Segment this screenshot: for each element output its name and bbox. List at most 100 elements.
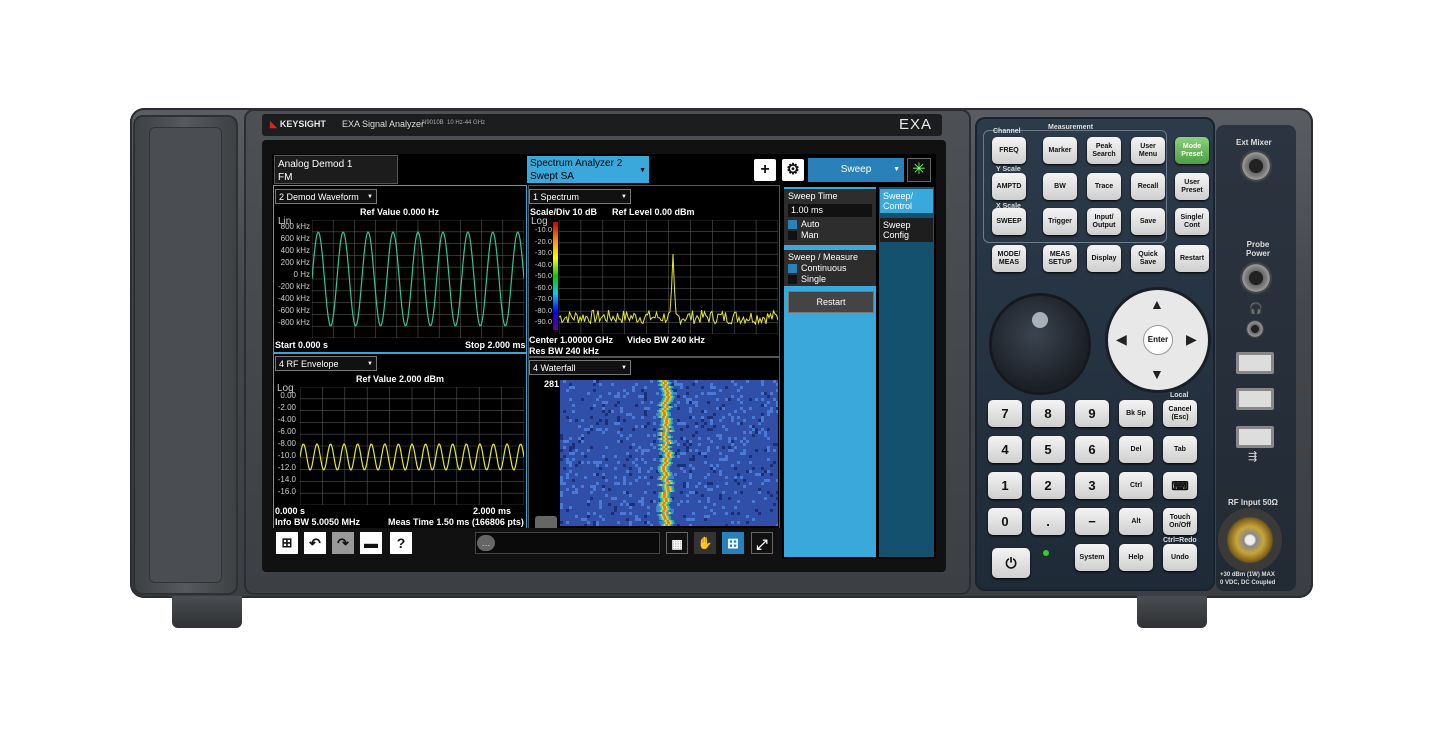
sweep-time-value[interactable]: 1.00 ms <box>788 204 872 217</box>
save-key[interactable]: Save <box>1131 208 1165 235</box>
window-select-label: 4 RF Envelope <box>279 359 339 369</box>
gear-icon[interactable]: ⚙ <box>782 159 804 181</box>
display-key[interactable]: Display <box>1087 245 1121 272</box>
mode-meas-key[interactable]: MODE/ MEAS <box>992 245 1026 272</box>
chevron-down-icon: ▼ <box>893 166 900 173</box>
sweep-continuous-option[interactable]: Continuous <box>788 263 872 274</box>
freq-key[interactable]: FREQ <box>992 137 1026 164</box>
trigger-key[interactable]: Trigger <box>1043 208 1077 235</box>
restart-key[interactable]: Restart <box>1175 245 1209 272</box>
undo-icon[interactable]: ↶ <box>304 532 326 554</box>
touch-onoff-key[interactable]: Touch On/Off <box>1163 508 1197 535</box>
help-key[interactable]: Help <box>1119 544 1153 571</box>
sweep-single-option[interactable]: Single <box>788 274 872 285</box>
sweep-time-control[interactable]: Sweep Time 1.00 ms Auto Man <box>784 189 876 245</box>
message-bar[interactable] <box>475 532 660 554</box>
ext-mixer-label: Ext Mixer <box>1236 138 1272 147</box>
y-tick-label: 600 kHz <box>280 234 310 243</box>
window-select-waterfall[interactable]: 4 Waterfall ▼ <box>529 360 631 375</box>
recall-key[interactable]: Recall <box>1131 173 1165 200</box>
sweep-time-man[interactable]: Man <box>788 230 872 241</box>
windows-icon[interactable]: ⊞ <box>276 532 298 554</box>
user-preset-key[interactable]: User Preset <box>1175 173 1209 200</box>
arrow-pad[interactable]: ▲ ▼ ◀ ▶ Enter <box>1108 290 1208 390</box>
tab-spectrum-analyzer[interactable]: Spectrum Analyzer 2 Swept SA ▼ <box>527 156 649 183</box>
sweep-menu-label: Sweep <box>840 164 872 175</box>
arrow-left-icon[interactable]: ◀ <box>1116 331 1127 348</box>
maximize-icon[interactable]: ⤢ <box>751 532 773 554</box>
rf-warning-label-2: 0 VDC, DC Coupled <box>1220 580 1276 586</box>
key-6[interactable]: 6 <box>1075 436 1109 463</box>
alt-key[interactable]: Alt <box>1119 508 1153 535</box>
layout-grid-icon[interactable]: ▦ <box>666 532 688 554</box>
arrow-down-icon[interactable]: ▼ <box>1150 366 1164 382</box>
undo-key[interactable]: Undo <box>1163 544 1197 571</box>
key-4[interactable]: 4 <box>988 436 1022 463</box>
model-name: EXA Signal Analyzer <box>342 119 425 129</box>
user-menu-key[interactable]: User Menu <box>1131 137 1165 164</box>
series-name: EXA <box>898 116 932 133</box>
window-select-spectrum[interactable]: 1 Spectrum ▼ <box>529 189 631 204</box>
arrow-right-icon[interactable]: ▶ <box>1186 331 1197 348</box>
folder-icon[interactable]: ▬ <box>360 532 382 554</box>
redo-icon[interactable]: ↷ <box>332 532 354 554</box>
add-screen-button[interactable]: + <box>754 159 776 181</box>
tab-sublabel: Swept SA <box>530 171 574 182</box>
arrow-up-icon[interactable]: ▲ <box>1150 296 1164 312</box>
busy-indicator-icon: ✳ <box>907 158 931 182</box>
single-cont-key[interactable]: Single/ Cont <box>1175 208 1209 235</box>
enter-key[interactable]: Enter <box>1143 325 1173 355</box>
key-5[interactable]: 5 <box>1031 436 1065 463</box>
input-output-key[interactable]: Input/ Output <box>1087 208 1121 235</box>
y-tick-label: -400 kHz <box>277 294 310 303</box>
sweep-time-auto[interactable]: Auto <box>788 219 872 230</box>
window-select-rf-envelope[interactable]: 4 RF Envelope ▼ <box>275 356 377 371</box>
power-icon[interactable]: ⏻ <box>992 548 1030 578</box>
mode-preset-key[interactable]: Mode Preset <box>1175 137 1209 164</box>
multi-window-icon[interactable]: ⊞ <box>722 532 744 554</box>
foot-right <box>1137 596 1207 628</box>
key-8[interactable]: 8 <box>1031 400 1065 427</box>
key-1[interactable]: 1 <box>988 472 1022 499</box>
tab-analog-demod[interactable]: Analog Demod 1 FM <box>274 155 398 184</box>
ctrl-key[interactable]: Ctrl <box>1119 472 1153 499</box>
backspace-key[interactable]: Bk Sp <box>1119 400 1153 427</box>
marker-key[interactable]: Marker <box>1043 137 1077 164</box>
touch-screen[interactable]: Analog Demod 1 FM Spectrum Analyzer 2 Sw… <box>272 154 936 559</box>
side-handle-panel <box>133 115 238 595</box>
help-icon[interactable]: ? <box>390 532 412 554</box>
key-7[interactable]: 7 <box>988 400 1022 427</box>
keyboard-icon[interactable]: ⌨ <box>1163 472 1197 499</box>
sweep-key[interactable]: SWEEP <box>992 208 1026 235</box>
key-minus[interactable]: − <box>1075 508 1109 535</box>
del-key[interactable]: Del <box>1119 436 1153 463</box>
ref-level-label: Ref Level 0.00 dBm <box>612 207 695 217</box>
cancel-esc-key[interactable]: Cancel (Esc) <box>1163 400 1197 427</box>
key-9[interactable]: 9 <box>1075 400 1109 427</box>
y-tick-label: 0 Hz <box>293 270 310 279</box>
quick-save-key[interactable]: Quick Save <box>1131 245 1165 272</box>
message-icon: … <box>477 535 495 551</box>
sweep-menu-select[interactable]: Sweep ▼ <box>808 158 904 182</box>
bw-key[interactable]: BW <box>1043 173 1077 200</box>
key-0[interactable]: 0 <box>988 508 1022 535</box>
key-3[interactable]: 3 <box>1075 472 1109 499</box>
touch-lock-icon[interactable]: ✋ <box>694 532 716 554</box>
power-led <box>1043 550 1049 556</box>
restart-button[interactable]: Restart <box>788 291 874 313</box>
meas-setup-key[interactable]: MEAS SETUP <box>1043 245 1077 272</box>
trace-key[interactable]: Trace <box>1087 173 1121 200</box>
window-select-demod-waveform[interactable]: 2 Demod Waveform ▼ <box>275 189 377 204</box>
key-dot[interactable]: . <box>1031 508 1065 535</box>
rotary-knob[interactable] <box>992 296 1088 392</box>
sweep-measure-control[interactable]: Sweep / Measure Continuous Single <box>784 250 876 286</box>
tab-sweep-config[interactable]: Sweep Config <box>880 218 933 242</box>
tab-key[interactable]: Tab <box>1163 436 1197 463</box>
system-key[interactable]: System <box>1075 544 1109 571</box>
amptd-key[interactable]: AMPTD <box>992 173 1026 200</box>
scroll-handle[interactable] <box>535 516 557 528</box>
chevron-down-icon: ▼ <box>621 365 627 371</box>
peak-search-key[interactable]: Peak Search <box>1087 137 1121 164</box>
tab-sweep-control[interactable]: Sweep/Control <box>880 189 933 213</box>
key-2[interactable]: 2 <box>1031 472 1065 499</box>
